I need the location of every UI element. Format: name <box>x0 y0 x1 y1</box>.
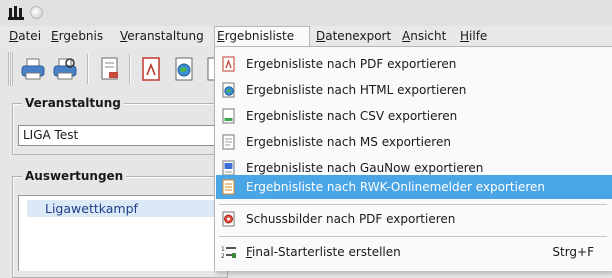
veranstaltung-field[interactable]: LIGA Test <box>18 125 228 146</box>
auswertungen-list[interactable]: Ligawettkampf <box>18 195 228 271</box>
pdf-icon[interactable] <box>138 56 164 82</box>
gaunow-icon <box>222 160 235 176</box>
menu-ergebnis[interactable]: Ergebnis <box>49 26 105 46</box>
list-item[interactable]: Ligawettkampf <box>27 200 223 217</box>
menu-item-export-ms[interactable]: Ergebnisliste nach MS exportieren <box>216 130 612 154</box>
menu-item-final-starterliste[interactable]: 1 2 Final-Starterliste erstellen Strg+F <box>216 240 612 264</box>
menu-datei[interactable]: Datei <box>7 26 43 46</box>
menu-ergebnisliste[interactable]: Ergebnisliste <box>214 26 310 46</box>
csv-icon <box>222 108 235 124</box>
title-bar <box>0 0 612 26</box>
menu-hilfe[interactable]: Hilfe <box>458 26 489 46</box>
toolbar-grip[interactable] <box>8 52 13 86</box>
shortcut-label: Strg+F <box>552 245 594 259</box>
html-globe-icon <box>222 82 235 98</box>
menu-ansicht[interactable]: Ansicht <box>400 26 448 46</box>
veranstaltung-group-title: Veranstaltung <box>22 96 124 110</box>
window-menu-button[interactable] <box>30 6 43 19</box>
svg-text:2: 2 <box>221 253 225 260</box>
html-globe-icon[interactable] <box>171 56 197 82</box>
menu-item-export-html[interactable]: Ergebnisliste nach HTML exportieren <box>216 78 612 102</box>
pdf-icon <box>222 56 235 72</box>
menu-item-schussbilder-pdf[interactable]: Schussbilder nach PDF exportieren <box>216 207 612 231</box>
starter-list-icon: 1 2 <box>221 246 236 260</box>
svg-text:1: 1 <box>221 246 225 253</box>
ms-document-icon <box>222 134 235 150</box>
rwk-document-icon <box>222 179 235 195</box>
menu-item-export-rwk-onlinemelder[interactable]: Ergebnisliste nach RWK-Onlinemelder expo… <box>216 175 612 199</box>
target-pdf-icon <box>222 211 235 227</box>
menu-item-export-csv[interactable]: Ergebnisliste nach CSV exportieren <box>216 104 612 128</box>
toolbar-separator <box>129 54 130 84</box>
print-preview-icon[interactable] <box>52 56 78 82</box>
menu-veranstaltung[interactable]: Veranstaltung <box>118 26 206 46</box>
document-icon[interactable] <box>97 56 123 82</box>
menu-datenexport[interactable]: Datenexport <box>314 26 393 46</box>
menu-bar: Datei Ergebnis Veranstaltung Ergebnislis… <box>0 26 612 46</box>
auswertungen-group-title: Auswertungen <box>22 169 127 183</box>
print-icon[interactable] <box>20 56 46 82</box>
menu-separator <box>219 236 607 237</box>
menu-item-export-pdf[interactable]: Ergebnisliste nach PDF exportieren <box>216 52 612 76</box>
ergebnisliste-dropdown-menu: Ergebnisliste nach PDF exportieren Ergeb… <box>214 46 612 271</box>
menu-separator <box>219 204 607 205</box>
toolbar-separator <box>87 54 88 84</box>
app-logo-icon <box>8 6 24 20</box>
